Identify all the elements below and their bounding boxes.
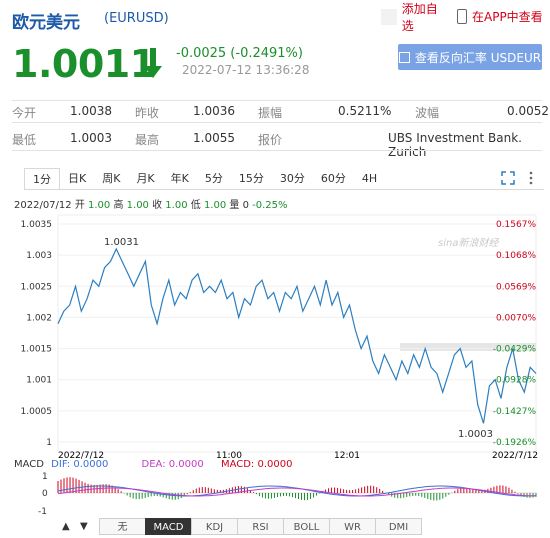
add-favorite-button[interactable]: 添加自选 bbox=[381, 2, 449, 33]
y-tick-right: 0.1068% bbox=[496, 251, 536, 261]
y-tick-right: 0.0569% bbox=[496, 282, 536, 292]
macd-title: MACD bbox=[14, 459, 44, 470]
tab-60min[interactable]: 60分 bbox=[313, 168, 354, 190]
swap-icon bbox=[398, 51, 410, 63]
ohlc-info-line: 2022/07/12 开 1.00 高 1.00 收 1.00 低 1.00 量… bbox=[14, 196, 288, 211]
phone-icon bbox=[457, 9, 467, 24]
indicator-tab-rsi[interactable]: RSI bbox=[237, 518, 284, 535]
y-tick-left: 1.0035 bbox=[21, 220, 53, 230]
stat-value-open: 1.0038 bbox=[70, 104, 112, 118]
tab-5min[interactable]: 5分 bbox=[197, 168, 231, 190]
reverse-rate-button[interactable]: 查看反向汇率 USDEUR bbox=[398, 44, 542, 70]
y-tick-left: 1.001 bbox=[26, 376, 52, 386]
tab-yearly-k[interactable]: 年K bbox=[163, 168, 197, 190]
stat-label-amplitude: 振幅 bbox=[258, 106, 283, 120]
y-tick-right: -0.0928% bbox=[493, 376, 537, 386]
indicator-tab-boll[interactable]: BOLL bbox=[283, 518, 330, 535]
macd-y-tick: 0 bbox=[42, 489, 48, 499]
y-tick-left: 1.0005 bbox=[21, 407, 53, 417]
y-tick-left: 1.0015 bbox=[21, 345, 53, 355]
macd-y-tick: -1 bbox=[38, 507, 47, 517]
stat-label-range: 波幅 bbox=[415, 106, 440, 120]
y-tick-right: 0.1567% bbox=[496, 220, 536, 230]
period-tabs: 1分 日K 周K 月K 年K 5分 15分 30分 60分 4H bbox=[24, 168, 385, 190]
reverse-rate-label: 查看反向汇率 USDEUR bbox=[414, 50, 542, 65]
indicator-tab-kdj[interactable]: KDJ bbox=[191, 518, 238, 535]
stat-label-prev-close: 昨收 bbox=[135, 106, 160, 120]
high-label: 1.0031 bbox=[104, 237, 139, 248]
stat-value-amplitude: 0.5211% bbox=[338, 104, 392, 118]
indicator-tab-dmi[interactable]: DMI bbox=[375, 518, 422, 535]
stat-value-range: 0.0052 bbox=[507, 104, 549, 118]
add-favorite-label: 添加自选 bbox=[401, 2, 438, 33]
watermark-logo: sina新浪财经 bbox=[438, 237, 499, 249]
indicator-tab-wr[interactable]: WR bbox=[329, 518, 376, 535]
stat-label-open: 今开 bbox=[12, 106, 37, 120]
macd-dif: DIF: 0.0000 bbox=[51, 459, 109, 470]
divider bbox=[12, 150, 542, 151]
open-in-app-label: 在APP中查看 bbox=[472, 10, 543, 24]
page-title: 欧元美元 bbox=[12, 13, 80, 33]
current-price: 1.0011 bbox=[12, 42, 156, 86]
macd-chart[interactable]: 1 0 -1 bbox=[0, 470, 550, 518]
indicator-tab-none[interactable]: 无 bbox=[99, 518, 146, 535]
macd-value: MACD: 0.0000 bbox=[220, 459, 293, 470]
tab-1min[interactable]: 1分 bbox=[24, 168, 60, 190]
macd-legend: MACD DIF: 0.0000 DEA: 0.0000 MACD: 0.000… bbox=[14, 459, 292, 470]
stat-label-low: 最低 bbox=[12, 133, 37, 147]
checkbox-icon[interactable] bbox=[381, 9, 397, 25]
macd-dea: DEA: 0.0000 bbox=[141, 459, 204, 470]
y-tick-left: 1.0025 bbox=[21, 282, 53, 292]
y-tick-left: 1 bbox=[46, 438, 52, 448]
y-tick-left: 1.002 bbox=[26, 313, 52, 323]
price-change: -0.0025 (-0.2491%) bbox=[176, 46, 303, 61]
stat-value-prev-close: 1.0036 bbox=[193, 104, 235, 118]
x-tick-end: 2022/7/12 bbox=[492, 451, 538, 460]
tab-divider bbox=[24, 189, 544, 190]
quote-time: 2022-07-12 13:36:28 bbox=[182, 63, 310, 77]
y-tick-right: -0.1427% bbox=[493, 407, 537, 417]
y-tick-left: 1.003 bbox=[26, 251, 52, 261]
divider bbox=[12, 122, 542, 123]
stat-value-quote-source: UBS Investment Bank. Zurich bbox=[388, 131, 522, 159]
more-icon[interactable] bbox=[528, 171, 534, 185]
y-tick-right: 0.0070% bbox=[496, 313, 536, 323]
divider bbox=[12, 100, 542, 101]
stat-label-high: 最高 bbox=[135, 133, 160, 147]
tab-15min[interactable]: 15分 bbox=[231, 168, 272, 190]
y-tick-right: -0.1926% bbox=[493, 438, 537, 448]
scroll-up-button[interactable]: ▲ bbox=[62, 521, 70, 532]
indicator-tab-macd[interactable]: MACD bbox=[145, 518, 192, 535]
open-in-app-link[interactable]: 在APP中查看 bbox=[457, 8, 543, 25]
down-arrow-icon bbox=[144, 48, 162, 78]
tab-4h[interactable]: 4H bbox=[354, 168, 385, 190]
tab-daily-k[interactable]: 日K bbox=[60, 168, 94, 190]
tab-30min[interactable]: 30分 bbox=[272, 168, 313, 190]
x-tick-1201: 12:01 bbox=[334, 451, 360, 460]
indicator-tabs: 无 MACD KDJ RSI BOLL WR DMI bbox=[99, 518, 422, 535]
tab-monthly-k[interactable]: 月K bbox=[128, 168, 162, 190]
stat-value-high: 1.0055 bbox=[193, 131, 235, 145]
stat-value-low: 1.0003 bbox=[70, 131, 112, 145]
macd-y-tick: 1 bbox=[42, 472, 48, 482]
fullscreen-icon[interactable] bbox=[501, 171, 515, 185]
tab-weekly-k[interactable]: 周K bbox=[94, 168, 128, 190]
scroll-down-button[interactable]: ▼ bbox=[80, 521, 88, 532]
price-series-line bbox=[57, 247, 537, 424]
stat-label-quote-source: 报价 bbox=[258, 133, 283, 147]
chart-frame bbox=[57, 214, 537, 453]
symbol-code: (EURUSD) bbox=[104, 11, 169, 26]
low-label: 1.0003 bbox=[458, 429, 493, 440]
intraday-chart[interactable]: sina新浪财经 1.0035 1.003 1.0025 1.002 1.0015 1.0… bbox=[0, 210, 550, 460]
y-tick-right: -0.0429% bbox=[493, 345, 537, 355]
